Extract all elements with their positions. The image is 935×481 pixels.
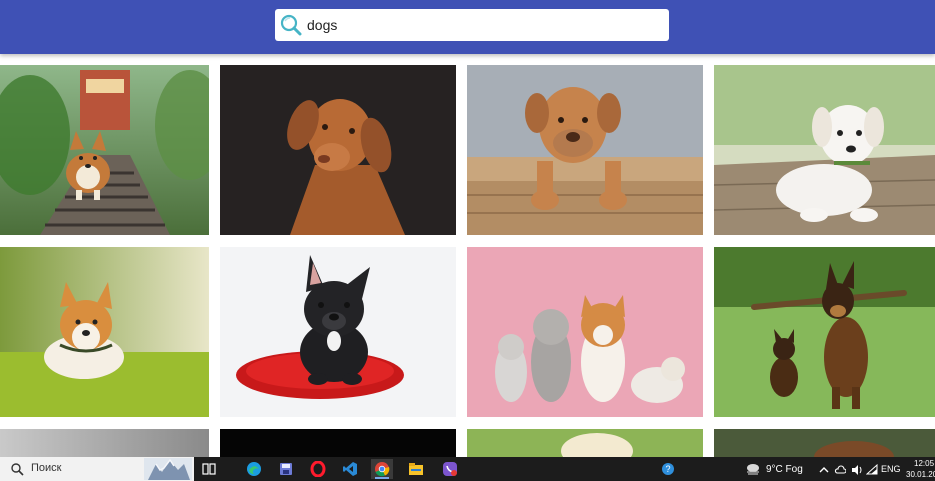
white-puppy-image — [714, 65, 935, 235]
row3-4-image — [714, 429, 935, 457]
vscode-icon[interactable] — [339, 459, 361, 479]
photo-pets-pink[interactable] — [467, 247, 703, 417]
photo-row3-4[interactable] — [714, 429, 935, 457]
viber-icon[interactable] — [439, 459, 461, 479]
volume-icon[interactable] — [851, 463, 863, 475]
wifi-icon[interactable] — [865, 463, 878, 475]
clock-time[interactable]: 12:05 — [914, 459, 934, 468]
vizsla-image — [220, 65, 456, 235]
photo-corgi-tracks[interactable] — [0, 65, 209, 235]
clock-date[interactable]: 30.01.20 — [906, 470, 935, 479]
search-input[interactable] — [307, 9, 662, 41]
photo-vizsla[interactable] — [220, 65, 456, 235]
corgi-tracks-image — [0, 65, 209, 235]
file-explorer-icon[interactable] — [405, 459, 427, 479]
weather-text[interactable]: 9°C Fog — [766, 464, 803, 475]
taskbar-search-placeholder: Поиск — [31, 462, 62, 474]
photo-row3-3[interactable] — [467, 429, 703, 457]
row3-3-image — [467, 429, 703, 457]
taskbar-search-box[interactable]: Поиск — [0, 457, 194, 481]
row3-2-image — [220, 429, 456, 457]
search-highlight-art — [144, 458, 192, 480]
image-gallery — [0, 54, 935, 457]
german-shepherd-image — [714, 247, 935, 417]
svg-text:?: ? — [665, 464, 670, 474]
photo-row3-1[interactable] — [0, 429, 209, 457]
search-icon[interactable] — [278, 12, 304, 38]
task-view-icon[interactable] — [198, 459, 220, 479]
chrome-icon[interactable] — [371, 459, 393, 479]
edge-icon[interactable] — [243, 459, 265, 479]
photo-german-shepherd[interactable] — [714, 247, 935, 417]
weather-icon[interactable] — [745, 462, 761, 476]
search-bar[interactable] — [275, 9, 669, 41]
chevron-up-icon[interactable] — [818, 463, 830, 475]
corgi-grass-image — [0, 247, 209, 417]
cloud-icon[interactable] — [834, 463, 847, 475]
bordeaux-puppy-image — [467, 65, 703, 235]
photo-row3-2[interactable] — [220, 429, 456, 457]
windows-taskbar: Поиск ? 9°C Fog ENG 12:05 30.01.20 — [0, 457, 935, 481]
app-header — [0, 0, 935, 54]
pets-pink-image — [467, 247, 703, 417]
opera-icon[interactable] — [307, 459, 329, 479]
save-icon[interactable] — [275, 459, 297, 479]
photo-white-puppy[interactable] — [714, 65, 935, 235]
photo-french-bulldog[interactable] — [220, 247, 456, 417]
help-icon[interactable]: ? — [661, 462, 675, 476]
french-bulldog-image — [220, 247, 456, 417]
photo-bordeaux-puppy[interactable] — [467, 65, 703, 235]
language-indicator[interactable]: ENG — [881, 464, 901, 474]
row3-1-image — [0, 429, 209, 457]
taskbar-search-icon — [10, 462, 24, 476]
photo-corgi-grass[interactable] — [0, 247, 209, 417]
